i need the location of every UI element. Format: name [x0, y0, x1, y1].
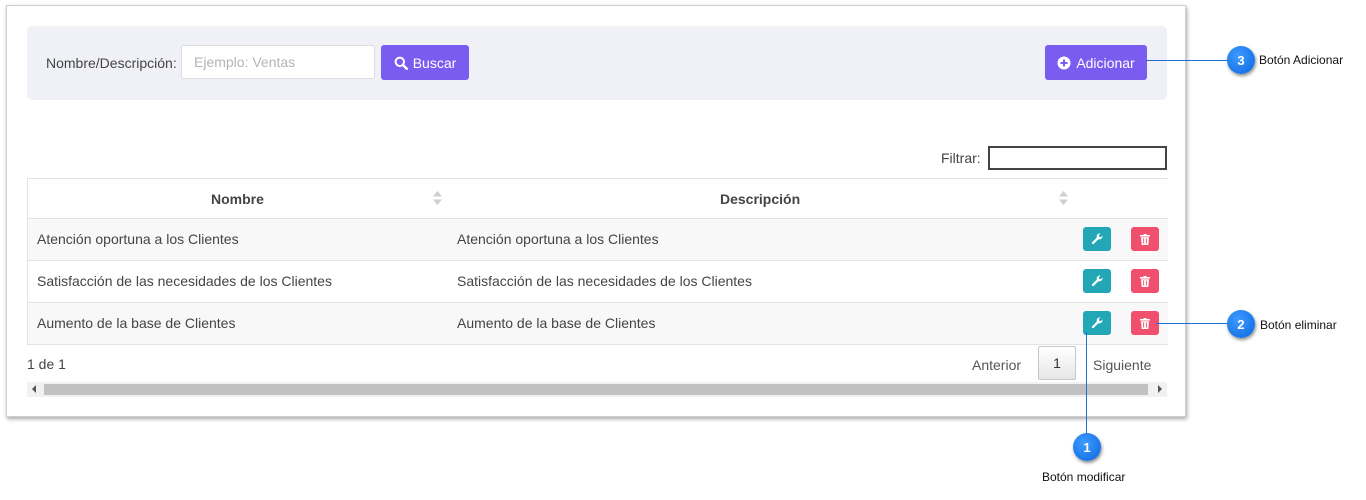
header-descripcion[interactable]: Descripción — [720, 191, 800, 207]
search-icon — [394, 56, 408, 70]
cell-nombre: Atención oportuna a los Clientes — [37, 231, 239, 247]
cell-descripcion: Atención oportuna a los Clientes — [457, 231, 659, 247]
pagination-info: 1 de 1 — [27, 356, 66, 372]
table-row: Satisfacción de las necesidades de los C… — [28, 261, 1168, 303]
trash-icon — [1140, 317, 1150, 329]
trash-icon — [1140, 233, 1150, 245]
next-page-button[interactable]: Siguiente — [1093, 357, 1151, 373]
scroll-left-icon[interactable] — [32, 385, 36, 393]
cell-nombre: Satisfacción de las necesidades de los C… — [37, 273, 332, 289]
wrench-icon — [1091, 275, 1103, 287]
search-bar: Nombre/Descripción: Buscar Adicionar — [27, 26, 1167, 100]
main-panel: Nombre/Descripción: Buscar Adicionar Fil… — [6, 5, 1186, 417]
page-1-button[interactable]: 1 — [1038, 346, 1076, 380]
plus-circle-icon — [1057, 56, 1071, 70]
search-button-label: Buscar — [412, 54, 457, 71]
wrench-icon — [1091, 233, 1103, 245]
scroll-right-icon[interactable] — [1158, 385, 1162, 393]
callout-line-2 — [1156, 323, 1228, 324]
table-header: Nombre Descripción — [28, 179, 1168, 219]
table-row: Atención oportuna a los Clientes Atenció… — [28, 219, 1168, 261]
callout-label-3: Botón Adicionar — [1259, 53, 1344, 67]
search-input[interactable] — [181, 45, 375, 79]
filter-input[interactable] — [988, 146, 1167, 170]
edit-button[interactable] — [1083, 311, 1111, 335]
callout-label-1: Botón modificar — [1042, 470, 1126, 484]
callout-marker-2: 2 — [1227, 310, 1255, 338]
edit-button[interactable] — [1083, 227, 1111, 251]
header-nombre[interactable]: Nombre — [211, 191, 264, 207]
sort-icon[interactable] — [433, 191, 442, 208]
callout-marker-1: 1 — [1073, 433, 1101, 461]
add-button-label: Adicionar — [1076, 54, 1135, 71]
sort-icon[interactable] — [1059, 191, 1068, 208]
scrollbar-thumb[interactable] — [44, 384, 1148, 395]
data-table: Nombre Descripción Atención oportuna a l… — [27, 178, 1168, 345]
callout-line-1 — [1086, 332, 1087, 434]
edit-button[interactable] — [1083, 269, 1111, 293]
cell-descripcion: Aumento de la base de Clientes — [457, 315, 656, 331]
search-label: Nombre/Descripción: — [46, 55, 177, 71]
delete-button[interactable] — [1131, 311, 1159, 335]
horizontal-scrollbar[interactable] — [27, 382, 1167, 397]
cell-nombre: Aumento de la base de Clientes — [37, 315, 236, 331]
wrench-icon — [1091, 317, 1103, 329]
previous-page-button[interactable]: Anterior — [972, 357, 1021, 373]
filter-label: Filtrar: — [941, 150, 981, 166]
callout-marker-3: 3 — [1227, 46, 1255, 74]
add-button[interactable]: Adicionar — [1045, 45, 1147, 80]
cell-descripcion: Satisfacción de las necesidades de los C… — [457, 273, 752, 289]
delete-button[interactable] — [1131, 227, 1159, 251]
callout-label-2: Botón eliminar — [1260, 318, 1337, 332]
delete-button[interactable] — [1131, 269, 1159, 293]
table-row: Aumento de la base de Clientes Aumento d… — [28, 303, 1168, 345]
callout-line-3 — [1146, 60, 1228, 61]
search-button[interactable]: Buscar — [381, 45, 469, 80]
trash-icon — [1140, 275, 1150, 287]
